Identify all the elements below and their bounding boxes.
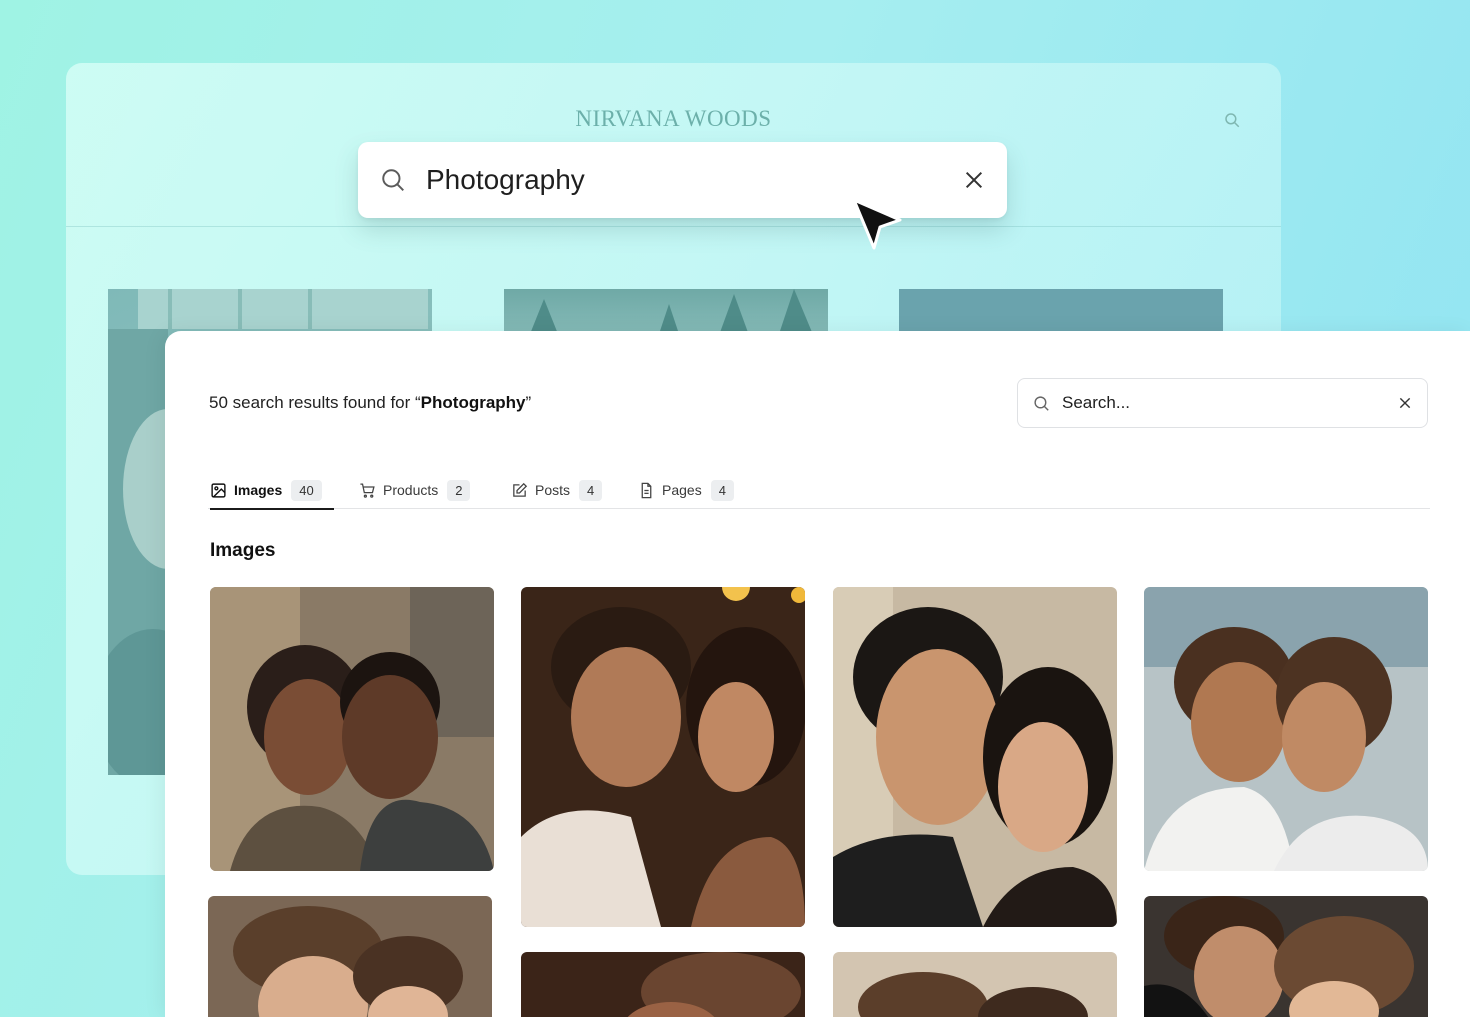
clear-icon[interactable] [1398,396,1412,410]
search-icon [1034,395,1049,411]
search-results-panel: 50 search results found for “Photography… [165,331,1470,1017]
image-result[interactable] [521,952,805,1017]
tab-count-badge: 40 [291,479,322,501]
header-divider [66,226,1281,227]
hero-search-bar[interactable]: Photography [358,142,1007,218]
cart-icon [360,482,375,498]
search-input[interactable] [1062,393,1398,413]
results-prefix: 50 search results found for “ [209,393,421,412]
image-result[interactable] [521,587,805,927]
image-result[interactable] [210,587,494,871]
close-icon[interactable] [963,169,985,191]
tab-label: Pages [662,482,702,498]
brand-logo: NIRVANA WOODS [575,106,772,131]
tab-images[interactable]: Images 40 [210,471,334,510]
results-query: Photography [420,393,526,412]
section-title: Images [210,540,276,561]
tab-count-badge: 4 [579,479,603,501]
search-icon[interactable] [1223,111,1241,129]
mouse-cursor-icon [852,198,902,250]
tab-count-badge: 4 [710,479,734,501]
image-result[interactable] [1144,896,1428,1017]
tab-label: Images [234,482,283,498]
tab-products[interactable]: Products 2 [359,471,471,509]
results-search-bar[interactable] [1017,378,1428,428]
edit-icon [513,482,528,497]
tab-label: Products [383,482,439,498]
tab-count-badge: 2 [447,479,471,501]
results-tabs: Images 40 Products 2 Posts 4 Pages 4 [208,471,1430,510]
tab-posts[interactable]: Posts 4 [511,471,603,509]
image-icon [211,482,226,498]
document-icon [641,482,652,498]
hero-search-query[interactable]: Photography [426,164,963,196]
search-icon [382,169,404,191]
tab-pages[interactable]: Pages 4 [638,471,734,509]
image-result[interactable] [833,587,1117,927]
image-result[interactable] [833,952,1117,1017]
results-suffix: ” [525,393,532,412]
image-result[interactable] [208,896,492,1017]
tab-label: Posts [535,482,571,498]
results-summary: 50 search results found for “Photography… [209,393,531,413]
image-result[interactable] [1144,587,1428,871]
